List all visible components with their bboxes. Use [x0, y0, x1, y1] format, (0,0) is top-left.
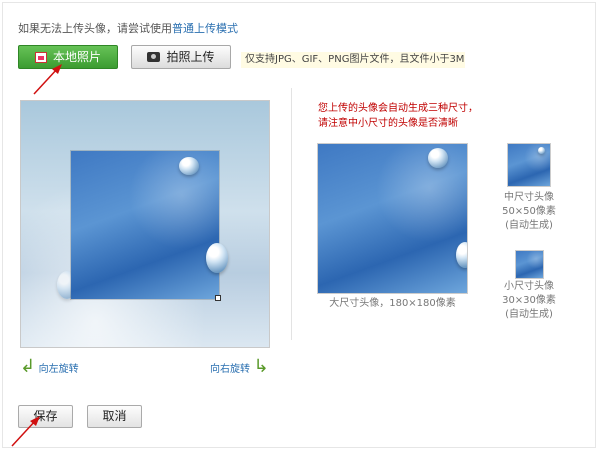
- rotate-left-button[interactable]: ↲ 向左旋转: [20, 356, 79, 377]
- water-drop: [206, 243, 228, 273]
- cancel-button[interactable]: 取消: [87, 405, 142, 428]
- water-drop: [428, 148, 448, 168]
- normal-upload-link[interactable]: 普通上传模式: [172, 22, 238, 35]
- crop-resize-handle[interactable]: [215, 295, 221, 301]
- large-avatar-caption: 大尺寸头像，180×180像素: [329, 298, 456, 309]
- large-avatar-preview: [318, 144, 467, 293]
- medium-avatar-caption: 中尺寸头像 50×50像素 (自动生成): [494, 191, 564, 233]
- crop-selection[interactable]: [70, 150, 228, 300]
- upload-hint: 如果无法上传头像，请尝试使用普通上传模式: [18, 20, 238, 36]
- size-warning-line: 请注意中小尺寸的头像是否清晰: [318, 118, 458, 129]
- small-avatar-preview: [516, 251, 543, 278]
- caption-line: 30×30像素: [502, 295, 556, 306]
- camera-icon: [147, 52, 161, 62]
- water-drop: [179, 157, 199, 175]
- panel-divider: [291, 88, 292, 340]
- caption-line: (自动生成): [505, 309, 553, 320]
- annotation-arrow-icon: [33, 64, 62, 95]
- size-warning: 您上传的头像会自动生成三种尺寸， 请注意中小尺寸的头像是否清晰: [318, 101, 478, 131]
- rotate-left-icon: ↲: [20, 356, 36, 377]
- water-drop: [538, 147, 545, 154]
- medium-avatar-preview: [508, 144, 550, 186]
- caption-line: 小尺寸头像: [504, 281, 554, 292]
- size-warning-line: 您上传的头像会自动生成三种尺寸，: [318, 103, 478, 114]
- image-crop-editor[interactable]: [20, 100, 270, 348]
- rotate-left-label: 向左旋转: [38, 364, 79, 375]
- rotate-right-button[interactable]: 向右旋转 ↳: [210, 356, 269, 377]
- take-photo-label: 拍照上传: [166, 50, 215, 64]
- annotation-arrow-icon: [11, 416, 40, 447]
- file-requirement-note: 仅支持JPG、GIF、PNG图片文件，且文件小于3M: [241, 52, 465, 68]
- rotate-right-label: 向右旋转: [210, 364, 250, 375]
- caption-line: 中尺寸头像: [504, 192, 554, 203]
- caption-line: 50×50像素: [502, 206, 556, 217]
- caption-line: (自动生成): [505, 220, 553, 231]
- small-avatar-caption: 小尺寸头像 30×30像素 (自动生成): [494, 280, 564, 322]
- rotate-right-icon: ↳: [253, 356, 269, 377]
- take-photo-button[interactable]: 拍照上传: [131, 45, 231, 69]
- hint-text: 如果无法上传头像，请尝试使用: [18, 22, 172, 35]
- water-drop: [456, 242, 467, 268]
